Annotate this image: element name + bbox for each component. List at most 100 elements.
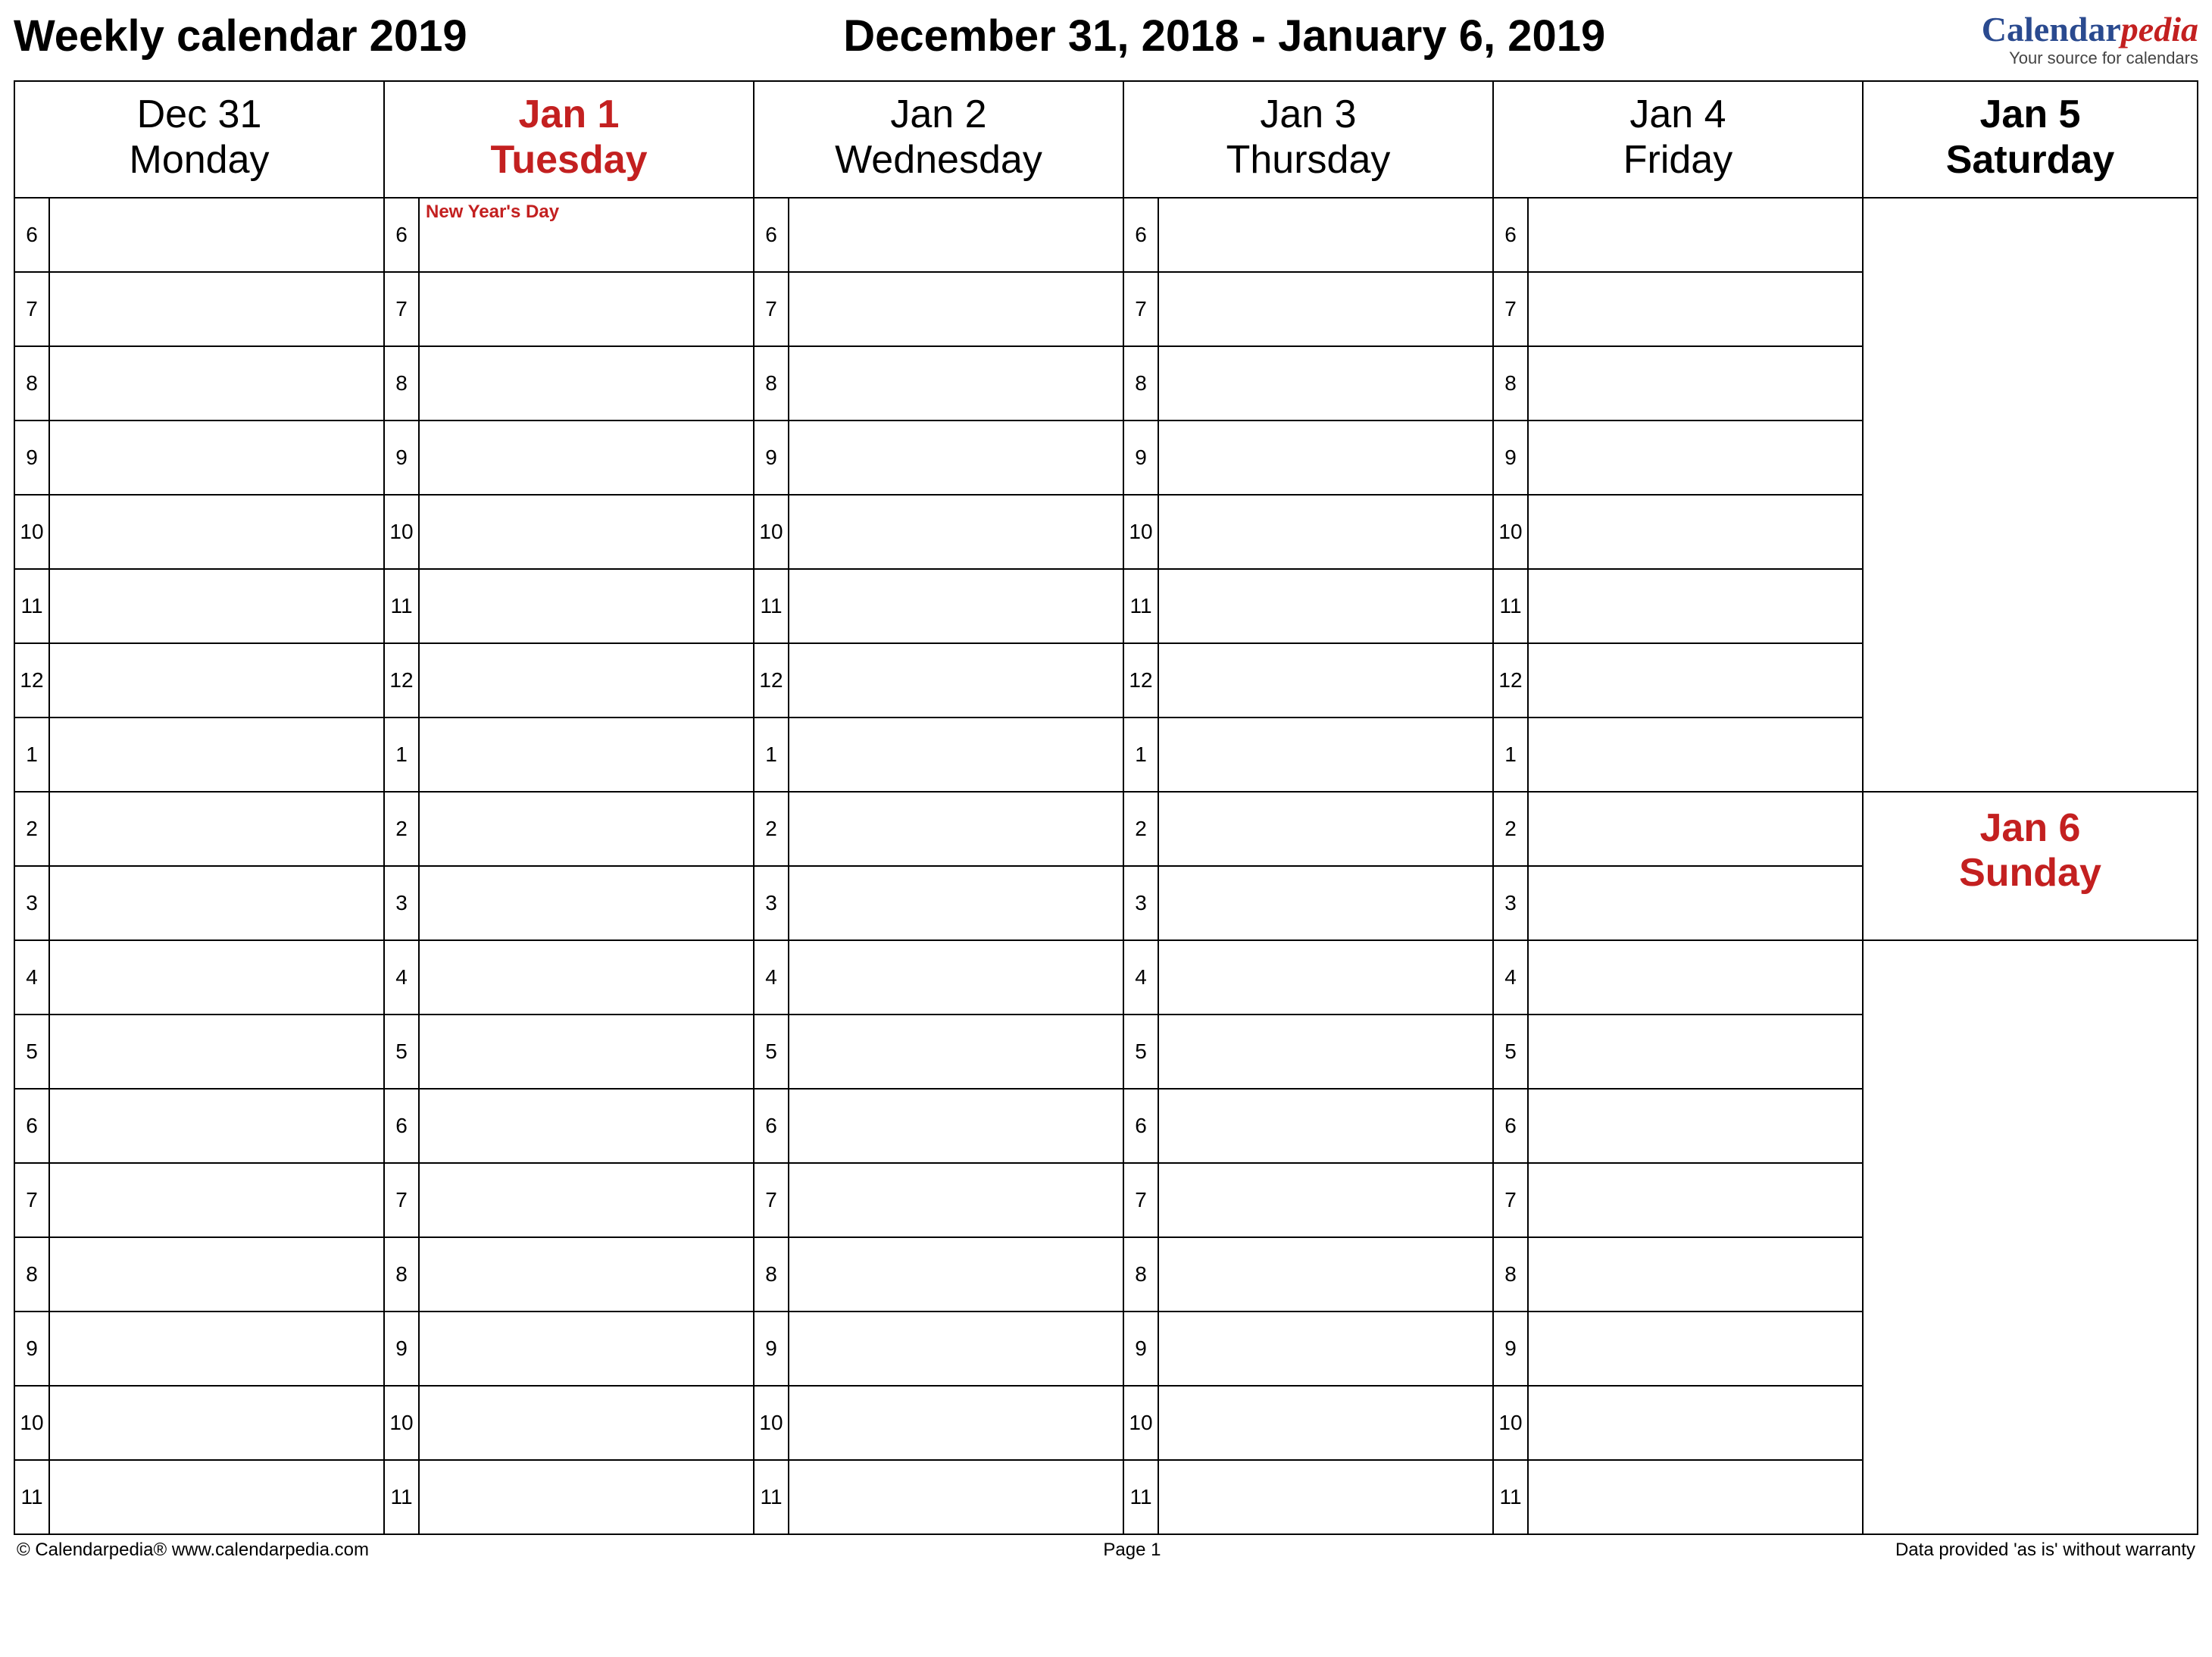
time-slot[interactable] xyxy=(1158,421,1493,495)
time-slot[interactable] xyxy=(1158,272,1493,346)
time-slot[interactable] xyxy=(1158,1312,1493,1386)
time-slot[interactable] xyxy=(49,792,384,866)
time-slot[interactable] xyxy=(419,718,754,792)
time-slot[interactable] xyxy=(1528,643,1863,718)
time-slot[interactable] xyxy=(419,495,754,569)
hour-label: 3 xyxy=(754,866,789,940)
time-slot[interactable] xyxy=(789,643,1123,718)
brand-accent: pedia xyxy=(2121,10,2198,48)
time-slot[interactable] xyxy=(1158,792,1493,866)
time-slot[interactable] xyxy=(419,1089,754,1163)
time-slot[interactable] xyxy=(1528,272,1863,346)
time-slot[interactable] xyxy=(49,1089,384,1163)
time-slot[interactable] xyxy=(419,346,754,421)
time-slot[interactable] xyxy=(49,198,384,272)
time-slot[interactable] xyxy=(789,1312,1123,1386)
time-slot[interactable] xyxy=(419,940,754,1015)
time-slot[interactable] xyxy=(1528,569,1863,643)
hour-label: 11 xyxy=(1493,1460,1528,1534)
time-slot[interactable] xyxy=(789,718,1123,792)
time-slot[interactable] xyxy=(1528,718,1863,792)
time-slot[interactable] xyxy=(789,198,1123,272)
time-slot[interactable] xyxy=(1528,866,1863,940)
saturday-slot[interactable] xyxy=(1863,198,2198,792)
time-slot[interactable] xyxy=(1528,421,1863,495)
time-slot[interactable] xyxy=(49,1237,384,1312)
time-slot[interactable] xyxy=(419,1312,754,1386)
time-slot[interactable] xyxy=(789,1089,1123,1163)
time-slot[interactable] xyxy=(1528,1089,1863,1163)
time-slot[interactable] xyxy=(419,866,754,940)
time-slot[interactable] xyxy=(49,1386,384,1460)
time-slot[interactable] xyxy=(419,421,754,495)
time-slot[interactable] xyxy=(49,866,384,940)
time-slot[interactable] xyxy=(1528,792,1863,866)
time-slot[interactable] xyxy=(1158,198,1493,272)
time-slot[interactable] xyxy=(419,569,754,643)
time-slot[interactable] xyxy=(1528,1460,1863,1534)
time-slot[interactable] xyxy=(1528,1163,1863,1237)
time-slot[interactable] xyxy=(1158,940,1493,1015)
time-slot[interactable] xyxy=(789,272,1123,346)
title-date-range: December 31, 2018 - January 6, 2019 xyxy=(467,11,1982,61)
time-slot[interactable] xyxy=(1528,346,1863,421)
time-slot[interactable] xyxy=(789,1163,1123,1237)
hour-row: 22222Jan 6Sunday xyxy=(14,792,2198,866)
time-slot[interactable] xyxy=(1158,569,1493,643)
time-slot[interactable]: New Year's Day xyxy=(419,198,754,272)
time-slot[interactable] xyxy=(1158,866,1493,940)
time-slot[interactable] xyxy=(49,1312,384,1386)
time-slot[interactable] xyxy=(789,1386,1123,1460)
time-slot[interactable] xyxy=(49,1163,384,1237)
time-slot[interactable] xyxy=(1158,346,1493,421)
time-slot[interactable] xyxy=(1528,1312,1863,1386)
time-slot[interactable] xyxy=(789,569,1123,643)
time-slot[interactable] xyxy=(419,1237,754,1312)
hour-label: 9 xyxy=(384,1312,419,1386)
time-slot[interactable] xyxy=(789,1237,1123,1312)
time-slot[interactable] xyxy=(789,1460,1123,1534)
time-slot[interactable] xyxy=(1528,495,1863,569)
time-slot[interactable] xyxy=(1528,940,1863,1015)
time-slot[interactable] xyxy=(419,1460,754,1534)
time-slot[interactable] xyxy=(419,272,754,346)
time-slot[interactable] xyxy=(1158,1015,1493,1089)
hour-label: 11 xyxy=(384,1460,419,1534)
time-slot[interactable] xyxy=(1158,1386,1493,1460)
time-slot[interactable] xyxy=(1158,718,1493,792)
time-slot[interactable] xyxy=(789,421,1123,495)
time-slot[interactable] xyxy=(419,643,754,718)
time-slot[interactable] xyxy=(1528,1015,1863,1089)
sunday-slot[interactable] xyxy=(1863,940,2198,1534)
time-slot[interactable] xyxy=(419,792,754,866)
time-slot[interactable] xyxy=(49,1015,384,1089)
time-slot[interactable] xyxy=(789,866,1123,940)
time-slot[interactable] xyxy=(419,1015,754,1089)
time-slot[interactable] xyxy=(49,569,384,643)
time-slot[interactable] xyxy=(789,495,1123,569)
time-slot[interactable] xyxy=(1158,643,1493,718)
time-slot[interactable] xyxy=(49,495,384,569)
time-slot[interactable] xyxy=(49,421,384,495)
time-slot[interactable] xyxy=(49,718,384,792)
time-slot[interactable] xyxy=(49,643,384,718)
time-slot[interactable] xyxy=(49,1460,384,1534)
time-slot[interactable] xyxy=(1158,1460,1493,1534)
time-slot[interactable] xyxy=(789,346,1123,421)
hour-label: 10 xyxy=(1493,495,1528,569)
time-slot[interactable] xyxy=(49,346,384,421)
time-slot[interactable] xyxy=(1158,1237,1493,1312)
time-slot[interactable] xyxy=(419,1163,754,1237)
time-slot[interactable] xyxy=(419,1386,754,1460)
time-slot[interactable] xyxy=(1158,1089,1493,1163)
time-slot[interactable] xyxy=(1528,1386,1863,1460)
time-slot[interactable] xyxy=(1158,1163,1493,1237)
time-slot[interactable] xyxy=(1528,198,1863,272)
time-slot[interactable] xyxy=(49,940,384,1015)
time-slot[interactable] xyxy=(789,940,1123,1015)
time-slot[interactable] xyxy=(49,272,384,346)
time-slot[interactable] xyxy=(789,792,1123,866)
time-slot[interactable] xyxy=(1158,495,1493,569)
time-slot[interactable] xyxy=(789,1015,1123,1089)
time-slot[interactable] xyxy=(1528,1237,1863,1312)
